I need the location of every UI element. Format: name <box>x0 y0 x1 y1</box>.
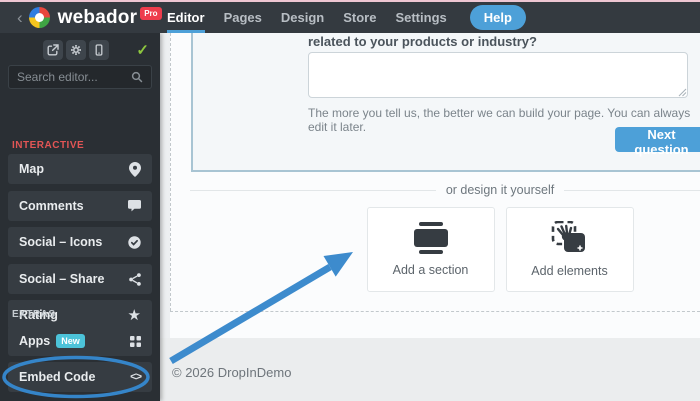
help-button[interactable]: Help <box>469 5 526 30</box>
card-label: Add a section <box>392 263 469 277</box>
tab-pages[interactable]: Pages <box>224 2 262 33</box>
site-footer: © 2026 DropInDemo <box>160 338 700 401</box>
divider-line <box>564 189 700 191</box>
textarea-resize-handle[interactable] <box>678 88 687 97</box>
settings-button[interactable] <box>66 40 86 60</box>
editor-sidebar: ✓ INTERACTIVE Map Comments Social – Icon… <box>0 33 160 401</box>
section-dashed-border-left <box>170 33 171 311</box>
mobile-icon <box>95 44 103 56</box>
add-section-icon <box>413 222 448 254</box>
tab-store[interactable]: Store <box>343 2 376 33</box>
star-icon: ★ <box>127 306 141 324</box>
tile-label: Embed Code <box>19 370 96 384</box>
search-icon <box>131 71 143 83</box>
topbar: ‹ webador Pro Editor Pages Design Store … <box>0 0 700 33</box>
webador-logo-icon <box>28 7 50 28</box>
sidebar-tools-row: ✓ <box>0 40 160 60</box>
share-icon <box>129 272 141 286</box>
design-divider: or design it yourself <box>190 183 700 197</box>
saved-check-icon: ✓ <box>136 42 149 59</box>
comment-icon <box>128 200 141 212</box>
sidebar-item-apps[interactable]: Apps New <box>8 326 152 356</box>
tile-label: Social – Icons <box>19 235 103 249</box>
divider-line <box>190 189 436 191</box>
mobile-preview-button[interactable] <box>89 40 109 60</box>
tile-label: Social – Share <box>19 272 105 286</box>
tab-settings[interactable]: Settings <box>395 2 446 33</box>
brand-name: webador <box>57 6 138 28</box>
section-dashed-border-bottom <box>170 311 700 312</box>
embed-code-icon: <> <box>130 371 142 383</box>
sidebar-item-embed-code[interactable]: Embed Code <> <box>8 362 152 392</box>
back-chevron-icon[interactable]: ‹ <box>17 9 23 26</box>
answer-textarea[interactable] <box>308 52 688 98</box>
question-heading: related to your products or industry? <box>308 34 537 49</box>
tab-editor[interactable]: Editor <box>167 2 205 33</box>
sidebar-item-comments[interactable]: Comments <box>8 191 152 221</box>
new-badge: New <box>56 334 85 348</box>
sidebar-item-social-share[interactable]: Social – Share <box>8 264 152 294</box>
sidebar-item-map[interactable]: Map <box>8 154 152 184</box>
question-panel: related to your products or industry? Th… <box>191 33 700 172</box>
divider-text: or design it yourself <box>445 183 555 197</box>
open-site-button[interactable] <box>43 40 63 60</box>
tab-design[interactable]: Design <box>281 2 324 33</box>
search-input[interactable] <box>17 70 131 84</box>
copyright-text: © 2026 DropInDemo <box>172 365 292 380</box>
pro-badge: Pro <box>140 7 162 20</box>
add-elements-card[interactable]: Add elements <box>505 207 634 292</box>
apps-grid-icon <box>130 335 141 347</box>
tile-label: Comments <box>19 199 84 213</box>
add-elements-icon <box>551 221 585 252</box>
map-pin-icon <box>129 161 141 177</box>
sidebar-search[interactable] <box>8 65 152 89</box>
tile-label: Map <box>19 162 44 176</box>
main-nav: Editor Pages Design Store Settings Help <box>167 2 526 33</box>
tile-label: Apps <box>19 334 51 348</box>
circle-check-icon <box>128 235 141 249</box>
add-section-card[interactable]: Add a section <box>366 207 495 292</box>
gear-icon <box>71 45 81 55</box>
editor-canvas: related to your products or industry? Th… <box>160 33 700 401</box>
section-title-extras: EXTRAS <box>12 309 56 320</box>
sidebar-item-social-icons[interactable]: Social – Icons <box>8 227 152 257</box>
design-cards: Add a section Add elements <box>190 207 700 292</box>
design-zone: or design it yourself Add a section Add … <box>190 183 700 292</box>
section-title-interactive: INTERACTIVE <box>12 140 85 151</box>
external-link-icon <box>47 44 59 56</box>
next-question-button[interactable]: Next question <box>615 127 700 157</box>
card-label: Add elements <box>531 264 608 278</box>
